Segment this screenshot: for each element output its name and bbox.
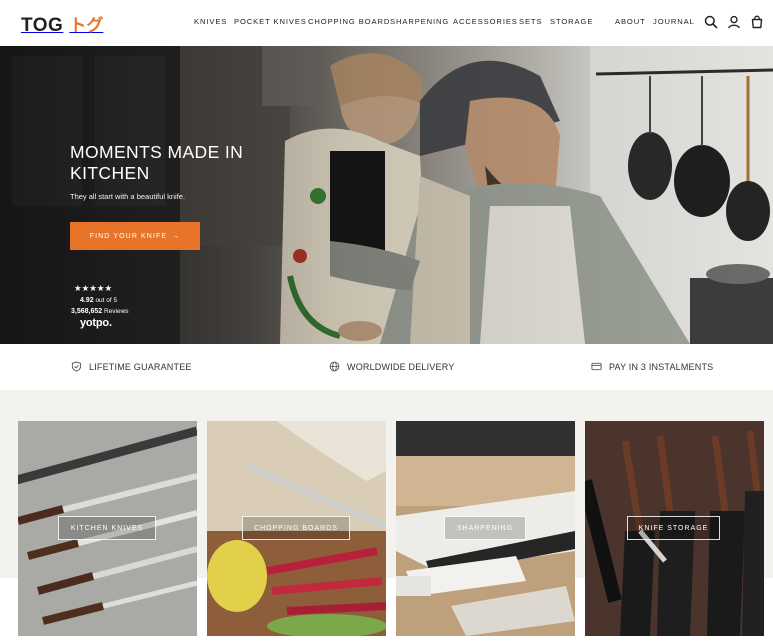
category-label: KNIFE STORAGE bbox=[627, 516, 720, 540]
hero-banner: MOMENTS MADE IN KITCHEN They all start w… bbox=[0, 46, 773, 344]
secondary-nav: ABOUT JOURNAL bbox=[615, 17, 697, 26]
cta-label: FIND YOUR KNIFE bbox=[89, 232, 168, 240]
nav-chopping-board[interactable]: CHOPPING BOARD bbox=[308, 17, 390, 26]
nav-about[interactable]: ABOUT bbox=[615, 17, 653, 26]
credit-card-icon bbox=[591, 362, 602, 371]
category-card-sharpening[interactable]: SHARPENING bbox=[396, 421, 575, 636]
rating-summary: 4.92 out of 5 bbox=[80, 297, 129, 304]
category-card-chopping-boards[interactable]: CHOPPING BOARDS bbox=[207, 421, 386, 636]
yotpo-logo: yotpo. bbox=[80, 317, 112, 329]
nav-pocket-knives[interactable]: POCKET KNIVES bbox=[234, 17, 308, 26]
logo-japanese-text: トグ bbox=[69, 16, 104, 36]
review-count: 3,568,652 bbox=[71, 308, 103, 315]
hero-title: MOMENTS MADE IN KITCHEN bbox=[70, 142, 244, 183]
search-icon[interactable] bbox=[703, 14, 719, 30]
rating-suffix: out of 5 bbox=[95, 297, 118, 304]
category-label: SHARPENING bbox=[444, 516, 526, 540]
arrow-right-icon: → bbox=[172, 232, 181, 240]
benefit-label: PAY IN 3 INSTALMENTS bbox=[609, 361, 714, 372]
nav-storage[interactable]: STORAGE bbox=[550, 17, 592, 26]
logo[interactable]: TOG トグ bbox=[21, 11, 104, 36]
review-count-line: 3,568,652 Reviews bbox=[71, 308, 129, 315]
nav-sets[interactable]: SETS bbox=[519, 17, 550, 26]
benefit-worldwide-delivery: WORLDWIDE DELIVERY bbox=[329, 361, 454, 372]
benefits-bar: LIFETIME GUARANTEE WORLDWIDE DELIVERY PA… bbox=[0, 344, 773, 390]
category-card-kitchen-knives[interactable]: KITCHEN KNIVES bbox=[18, 421, 197, 636]
find-your-knife-button[interactable]: FIND YOUR KNIFE → bbox=[70, 222, 200, 250]
nav-sharpening[interactable]: SHARPENING bbox=[390, 17, 453, 26]
category-label: CHOPPING BOARDS bbox=[242, 516, 350, 540]
nav-accessories[interactable]: ACCESSORIES bbox=[453, 17, 519, 26]
benefit-label: LIFETIME GUARANTEE bbox=[89, 361, 192, 372]
category-section: KITCHEN KNIVES CHOPPING BOARDS SHARPENIN… bbox=[0, 390, 773, 642]
site-header: TOG トグ KNIVES POCKET KNIVES CHOPPING BOA… bbox=[0, 0, 773, 46]
hero-subtitle: They all start with a beautiful knife. bbox=[70, 192, 186, 201]
hero-content: MOMENTS MADE IN KITCHEN They all start w… bbox=[70, 142, 270, 201]
reviews-widget[interactable]: ★★★★★ 4.92 out of 5 3,568,652 Reviews yo… bbox=[71, 283, 129, 329]
review-suffix: Reviews bbox=[103, 308, 129, 315]
benefit-lifetime-guarantee: LIFETIME GUARANTEE bbox=[71, 361, 192, 372]
shield-check-icon bbox=[71, 361, 82, 372]
rating-value: 4.92 bbox=[80, 297, 94, 304]
main-nav: KNIVES POCKET KNIVES CHOPPING BOARD SHAR… bbox=[194, 17, 592, 26]
category-label: KITCHEN KNIVES bbox=[58, 516, 156, 540]
account-icon[interactable] bbox=[726, 14, 742, 30]
nav-journal[interactable]: JOURNAL bbox=[653, 17, 697, 26]
benefit-pay-in-3: PAY IN 3 INSTALMENTS bbox=[591, 361, 713, 372]
globe-icon bbox=[329, 361, 340, 372]
nav-knives[interactable]: KNIVES bbox=[194, 17, 234, 26]
star-rating-icon: ★★★★★ bbox=[74, 283, 113, 293]
category-card-knife-storage[interactable]: KNIFE STORAGE bbox=[585, 421, 764, 636]
cart-icon[interactable] bbox=[749, 14, 765, 30]
logo-text: TOG bbox=[21, 15, 64, 36]
benefit-label: WORLDWIDE DELIVERY bbox=[347, 361, 455, 372]
